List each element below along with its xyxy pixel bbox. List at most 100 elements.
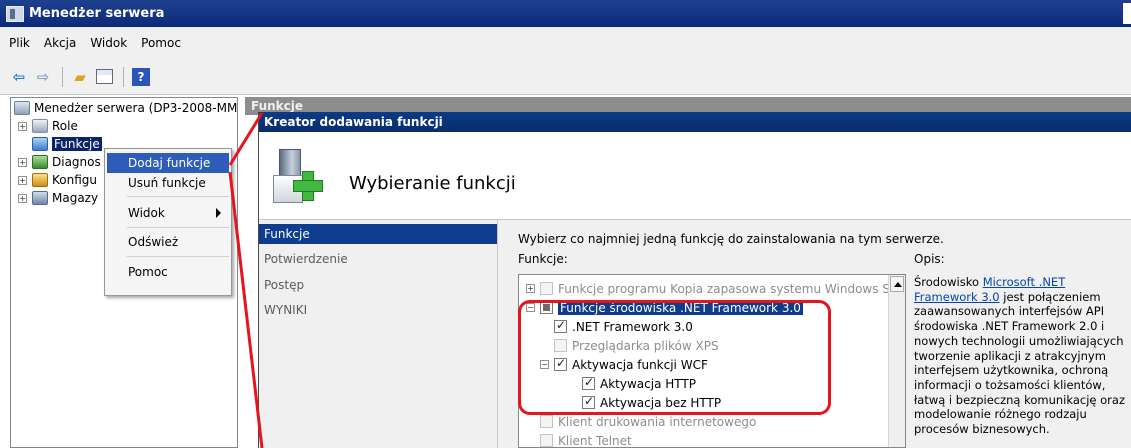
collapse-icon[interactable]: − (526, 303, 535, 312)
menu-akcja[interactable]: Akcja (44, 36, 76, 50)
feature-row[interactable]: Przeglądarka plików XPS (554, 336, 719, 355)
tree-item-storage[interactable]: + Magazy (18, 189, 98, 207)
feature-row[interactable]: .NET Framework 3.0 (554, 317, 693, 336)
menu-item-odswiez[interactable]: Odśwież (107, 232, 229, 252)
menu-separator (127, 227, 229, 228)
tree-item-diagnostics[interactable]: + Diagnos (18, 153, 101, 171)
expand-icon[interactable]: + (526, 284, 535, 293)
tree-item-label: Konfigu (52, 173, 97, 187)
feature-checkbox[interactable] (554, 318, 567, 333)
step-postep[interactable]: Postęp (259, 275, 497, 295)
collapse-icon[interactable]: − (540, 360, 549, 369)
back-arrow-icon[interactable]: ⇦ (8, 66, 30, 88)
feature-checkbox (540, 282, 553, 295)
menu-pomoc[interactable]: Pomoc (141, 36, 181, 50)
step-funkcje[interactable]: Funkcje (259, 224, 497, 244)
toolbar-separator (123, 66, 124, 87)
feature-label: Aktywacja bez HTTP (600, 395, 722, 410)
window-title-bar: Menedżer serwera (0, 0, 1131, 27)
menu-separator (127, 196, 229, 197)
feature-checkbox (540, 415, 553, 428)
menu-item-label: Widok (128, 206, 165, 220)
tree-item-role[interactable]: + Role (18, 117, 78, 135)
feature-checkbox (554, 339, 567, 352)
context-menu: Dodaj funkcje Usuń funkcje Widok Odśwież… (104, 148, 232, 296)
expand-icon[interactable]: + (18, 157, 27, 167)
tree-item-label: Magazy (52, 191, 99, 205)
feature-checkbox[interactable] (554, 356, 567, 371)
features-scrollbar[interactable] (888, 275, 905, 447)
steps-divider (497, 220, 498, 448)
feature-label: Funkcje programu Kopia zapasowa systemu … (558, 281, 903, 296)
expand-icon[interactable]: + (18, 193, 27, 203)
menu-bar: Plik Akcja Widok Pomoc (0, 27, 1131, 59)
feature-label: Aktywacja funkcji WCF (572, 357, 708, 372)
feature-row[interactable]: Klient drukowania internetowego (540, 412, 756, 431)
forward-arrow-icon[interactable]: ⇨ (32, 66, 54, 88)
tree-item-funkcje[interactable]: Funkcje (32, 135, 102, 153)
storage-icon (32, 191, 48, 205)
feature-checkbox[interactable] (582, 375, 595, 390)
diagnostics-icon (32, 155, 48, 169)
feature-checkbox[interactable] (582, 394, 595, 409)
menu-separator (127, 256, 229, 257)
menu-item-usun-funkcje[interactable]: Usuń funkcje (107, 173, 229, 193)
dialog-title: Kreator dodawania funkcji (259, 112, 1131, 132)
expand-icon[interactable]: + (18, 175, 27, 185)
up-folder-icon[interactable]: ▰ (69, 66, 91, 88)
tree-item-label: Role (52, 119, 78, 133)
menu-item-pomoc[interactable]: Pomoc (107, 262, 229, 282)
tree-item-configuration[interactable]: + Konfigu (18, 171, 97, 189)
window-title: Menedżer serwera (29, 6, 165, 21)
menu-item-widok[interactable]: Widok (107, 203, 229, 223)
submenu-arrow-icon (216, 208, 221, 218)
description-label: Opis: (914, 252, 945, 266)
step-wyniki[interactable]: WYNIKI (259, 300, 497, 320)
add-features-wizard: Kreator dodawania funkcji Wybieranie fun… (258, 112, 1131, 448)
tree-item-label: Funkcje (52, 137, 102, 151)
menu-item-dodaj-funkcje[interactable]: Dodaj funkcje (107, 153, 229, 173)
feature-label: Klient Telnet (558, 433, 632, 448)
feature-description: Środowisko Microsoft .NET Framework 3.0 … (914, 275, 1130, 437)
features-icon (32, 137, 48, 151)
expand-icon[interactable]: + (18, 121, 27, 131)
tree-item-label: Diagnos (52, 155, 101, 169)
scroll-up-icon[interactable] (890, 276, 904, 292)
feature-row[interactable]: Aktywacja bez HTTP (582, 393, 721, 412)
step-potwierdzenie[interactable]: Potwierdzenie (259, 249, 497, 269)
feature-label: Funkcje środowiska .NET Framework 3.0 (558, 300, 803, 315)
tree-root[interactable]: Menedżer serwera (DP3-2008-MMC (14, 99, 238, 117)
server-icon (14, 101, 30, 115)
server-manager-icon (6, 5, 24, 22)
feature-label: Aktywacja HTTP (600, 376, 696, 391)
features-label: Funkcje: (518, 252, 568, 266)
toolbar: ⇦ ⇨ ▰ ? (0, 59, 1131, 95)
menu-widok[interactable]: Widok (90, 36, 127, 50)
dialog-heading: Wybieranie funkcji (349, 173, 516, 194)
feature-checkbox[interactable] (540, 301, 553, 314)
description-text: jest połączeniem zaawansowanych interfej… (914, 289, 1125, 437)
window-controls-edge (1123, 3, 1131, 24)
feature-row[interactable]: − Aktywacja funkcji WCF (540, 355, 708, 374)
feature-row[interactable]: Aktywacja HTTP (582, 374, 696, 393)
help-icon[interactable]: ? (130, 66, 152, 88)
roles-icon (32, 119, 48, 133)
dialog-header: Wybieranie funkcji (259, 132, 1131, 220)
feature-row[interactable]: − Funkcje środowiska .NET Framework 3.0 (526, 298, 803, 317)
add-features-wizard-icon (273, 149, 323, 205)
feature-checkbox (540, 434, 553, 447)
menu-plik[interactable]: Plik (9, 36, 30, 50)
show-hide-tree-icon[interactable] (93, 66, 115, 88)
intro-text: Wybierz co najmniej jedną funkcję do zai… (518, 232, 944, 246)
toolbar-separator (62, 66, 63, 87)
description-prefix: Środowisko (914, 275, 983, 289)
wizard-steps: Funkcje Potwierdzenie Postęp WYNIKI (259, 220, 497, 448)
features-list: + Funkcje programu Kopia zapasowa system… (518, 274, 906, 448)
configuration-icon (32, 173, 48, 187)
feature-row[interactable]: + Funkcje programu Kopia zapasowa system… (526, 279, 902, 298)
feature-label: Przeglądarka plików XPS (572, 338, 719, 353)
feature-label: .NET Framework 3.0 (572, 319, 693, 334)
feature-label: Klient drukowania internetowego (558, 414, 757, 429)
feature-row[interactable]: Klient Telnet (540, 431, 632, 448)
tree-root-label: Menedżer serwera (DP3-2008-MMC (34, 101, 238, 115)
